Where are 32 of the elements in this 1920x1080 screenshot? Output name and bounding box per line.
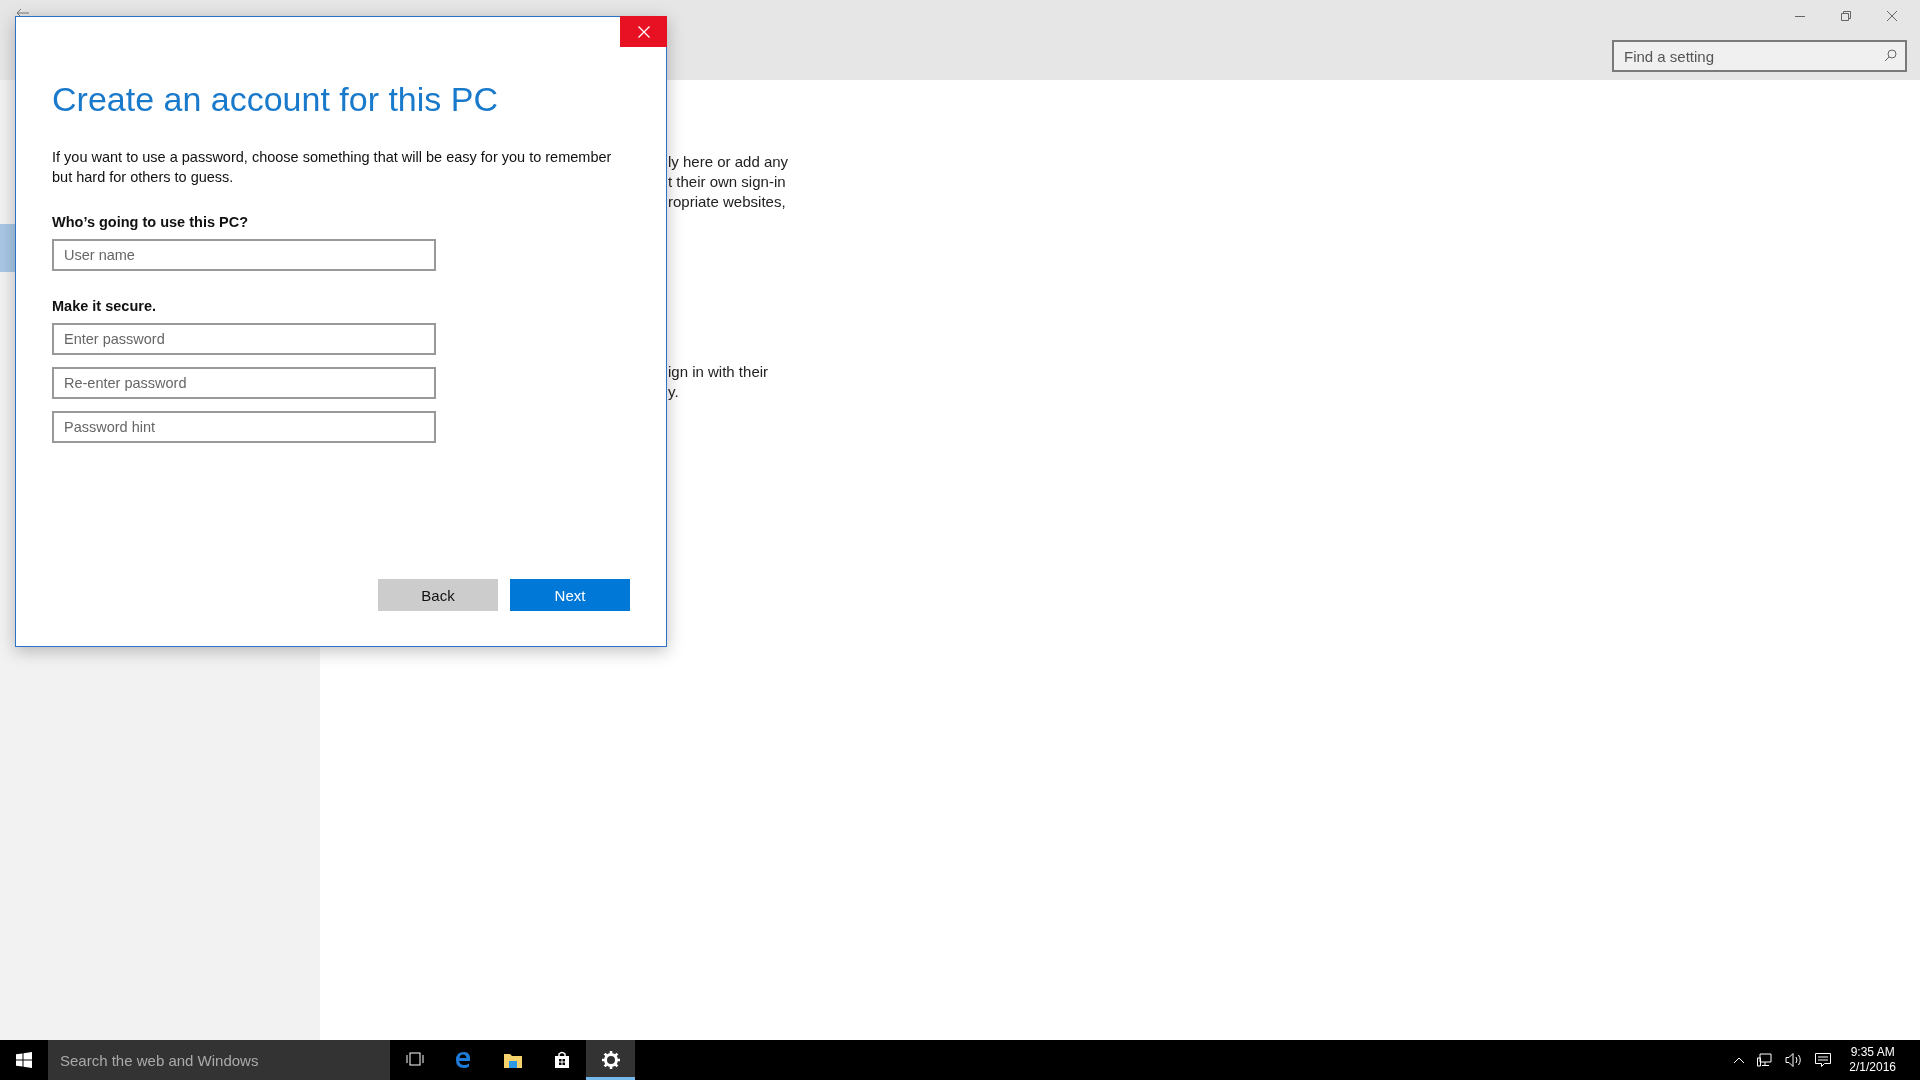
- text-line: ign in with their: [668, 362, 770, 382]
- back-arrow-icon[interactable]: [16, 8, 30, 18]
- speaker-icon[interactable]: [1785, 1052, 1804, 1068]
- notification-icon[interactable]: [1815, 1052, 1832, 1068]
- text-field[interactable]: Enter password: [52, 323, 436, 355]
- taskbar-app-button[interactable]: [586, 1040, 635, 1080]
- gear-icon: [600, 1050, 621, 1070]
- search-field[interactable]: Find a setting: [1612, 40, 1907, 72]
- back-button[interactable]: Back: [378, 579, 498, 611]
- field-label: Who’s going to use this PC?: [52, 214, 249, 230]
- windows-logo-icon: [16, 1052, 32, 1068]
- text-field[interactable]: Re-enter password: [52, 367, 436, 399]
- text-field[interactable]: User name: [52, 239, 436, 271]
- chevron-up-icon[interactable]: [1733, 1056, 1746, 1064]
- next-button[interactable]: Next: [510, 579, 630, 611]
- network-icon[interactable]: [1757, 1052, 1774, 1068]
- clock[interactable]: 9:35 AM 2/1/2016: [1849, 1045, 1896, 1075]
- clock-date: 2/1/2016: [1849, 1060, 1896, 1075]
- dialog-title: Create an account for this PC: [52, 79, 499, 119]
- field-label: Make it secure.: [52, 298, 157, 314]
- text-field[interactable]: Password hint: [52, 411, 436, 443]
- text-line: t their own sign-in: [668, 172, 787, 192]
- taskbar-search-field[interactable]: Search the web and Windows: [48, 1040, 390, 1080]
- restore-icon[interactable]: [1841, 11, 1851, 21]
- close-icon[interactable]: [1887, 11, 1897, 21]
- close-icon: [637, 25, 650, 38]
- text-line: ropriate websites,: [668, 192, 787, 212]
- text-line: ly here or add any: [668, 152, 789, 172]
- text-line: y.: [668, 382, 680, 402]
- clock-time: 9:35 AM: [1850, 1045, 1895, 1060]
- intro-text: If you want to use a password, choose something that will be easy for you to remember but hard for others to guess.: [52, 148, 613, 187]
- search-icon: [1884, 49, 1897, 62]
